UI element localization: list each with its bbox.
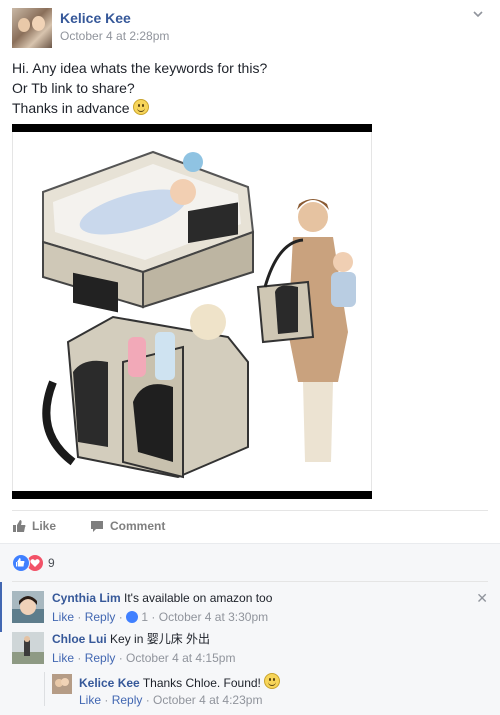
comment-timestamp[interactable]: October 4 at 4:23pm (153, 693, 262, 707)
like-button[interactable]: Like (12, 519, 56, 533)
comment-like-link[interactable]: Like (52, 651, 74, 665)
comment-text: Thanks Chloe. Found! (142, 676, 261, 690)
commenter-avatar[interactable] (12, 632, 44, 664)
author-name[interactable]: Kelice Kee (60, 10, 131, 26)
reaction-count: 9 (48, 556, 55, 570)
smiley-emoji-icon (133, 99, 150, 115)
chevron-down-icon[interactable] (472, 8, 484, 20)
comment-button[interactable]: Comment (90, 519, 165, 533)
commenter-avatar[interactable] (52, 674, 72, 694)
like-label: Like (32, 519, 57, 533)
close-icon[interactable]: ✕ (476, 590, 488, 607)
comment-label: Comment (110, 519, 166, 533)
post-actions: Like Comment (12, 510, 488, 541)
comment-text: It's available on amazon too (124, 591, 273, 605)
like-reaction-icon (126, 611, 139, 623)
comment-like-count[interactable]: 1 (141, 610, 148, 624)
comment-item: Chloe Lui Key in 婴儿床 外出 Like · Reply · O… (12, 629, 488, 669)
reply-thread-line (44, 672, 45, 706)
speech-bubble-icon (91, 520, 103, 532)
post-timestamp[interactable]: October 4 at 2:28pm (60, 29, 169, 43)
commenter-name[interactable]: Kelice Kee (79, 676, 140, 690)
smiley-emoji-icon (264, 673, 281, 689)
post-text: Hi. Any idea whats the keywords for this… (12, 58, 267, 118)
post-header: Kelice Kee October 4 at 2:28pm (12, 8, 488, 48)
comment-timestamp[interactable]: October 4 at 3:30pm (159, 610, 268, 624)
post-line: Or Tb link to share? (12, 80, 135, 96)
author-avatar[interactable] (12, 8, 52, 48)
like-reaction-icon (12, 554, 30, 572)
post-line: Thanks in advance (12, 98, 267, 118)
comment-reply-link[interactable]: Reply (112, 693, 143, 707)
divider (12, 581, 488, 582)
commenter-name[interactable]: Chloe Lui (52, 632, 107, 646)
comment-text: Key in 婴儿床 外出 (110, 632, 211, 646)
comment-like-link[interactable]: Like (79, 693, 101, 707)
comment-reply-link[interactable]: Reply (85, 610, 116, 624)
post-photo[interactable] (12, 124, 372, 499)
reply-item: Kelice Kee Thanks Chloe. Found! Like · R… (52, 671, 488, 711)
reactions-summary[interactable]: 9 (12, 554, 55, 572)
comment-reply-link[interactable]: Reply (85, 651, 116, 665)
focus-indicator (0, 582, 2, 632)
comment-item: Cynthia Lim It's available on amazon too… (12, 588, 488, 628)
commenter-name[interactable]: Cynthia Lim (52, 591, 121, 605)
comment-timestamp[interactable]: October 4 at 4:15pm (126, 651, 235, 665)
baby-bag-illustration (42, 150, 356, 479)
thumbs-up-icon (13, 520, 26, 532)
comment-like-link[interactable]: Like (52, 610, 74, 624)
post-line: Hi. Any idea whats the keywords for this… (12, 60, 268, 76)
commenter-avatar[interactable] (12, 591, 44, 623)
comments-section: 9 Cynthia Lim It's available on amazon t… (0, 543, 500, 715)
